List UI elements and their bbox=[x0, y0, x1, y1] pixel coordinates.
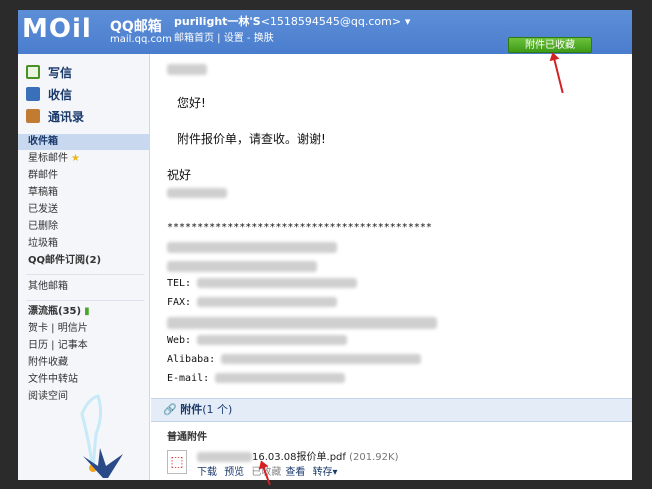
signature-separator: ****************************************… bbox=[167, 222, 432, 233]
drift-bottle-label: 漂流瓶(35) bbox=[28, 306, 82, 317]
qq-mail-logo[interactable]: MOil QQ邮箱 mail.qq.com bbox=[22, 14, 172, 50]
user-name: purilight一林'S bbox=[174, 15, 261, 28]
signature-fax: FAX: bbox=[167, 297, 338, 308]
logo-qq-text: QQ邮箱 bbox=[110, 19, 162, 35]
nav-skin-link[interactable]: 换肤 bbox=[254, 33, 274, 44]
paperclip-icon: 🔗 bbox=[163, 403, 177, 416]
sidebar-divider bbox=[26, 300, 144, 301]
attachment-title: 附件 bbox=[180, 403, 203, 416]
logo-text: MOil bbox=[22, 14, 92, 44]
sidebar-item-sent[interactable]: 已发送 bbox=[18, 202, 149, 218]
nav-settings-link[interactable]: 设置 bbox=[224, 33, 244, 44]
download-link[interactable]: 下载 bbox=[197, 467, 217, 478]
contacts-icon bbox=[26, 109, 40, 123]
receive-label: 收信 bbox=[48, 87, 73, 102]
sidebar-item-other-mailbox[interactable]: 其他邮箱 bbox=[18, 279, 149, 295]
sidebar-item-file-transfer[interactable]: 文件中转站 bbox=[18, 372, 149, 388]
attachment-section-title: 普通附件 bbox=[167, 432, 207, 443]
mail-window: MOil QQ邮箱 mail.qq.com purilight一林'S<1518… bbox=[18, 10, 632, 480]
sidebar-item-calendar: 日历 | 记事本 bbox=[28, 340, 88, 351]
splash-decoration-icon bbox=[83, 448, 123, 478]
sidebar-divider bbox=[26, 274, 144, 275]
signature-web: Web: bbox=[167, 335, 348, 346]
view-link[interactable]: 查看 bbox=[285, 467, 305, 478]
nav-home-link[interactable]: 邮箱首页 bbox=[174, 33, 214, 44]
sidebar: 写信 收信 通讯录 收件箱 星标邮件 ★ 群邮件 草稿箱 已发送 已删除 垃圾箱 … bbox=[18, 54, 150, 480]
chevron-down-icon: ▾ bbox=[401, 15, 411, 28]
sidebar-item-group[interactable]: 群邮件 bbox=[18, 168, 149, 184]
receive-mail-button[interactable]: 收信 bbox=[26, 84, 72, 104]
file-size: (201.92K) bbox=[349, 452, 399, 463]
pdf-file-icon[interactable]: ⬚ bbox=[167, 450, 187, 474]
sidebar-item-deleted[interactable]: 已删除 bbox=[18, 219, 149, 235]
calendar-link[interactable]: 日历 bbox=[28, 340, 48, 351]
attachment-count: (1 个) bbox=[202, 403, 233, 416]
contacts-label: 通讯录 bbox=[48, 109, 85, 124]
attachment-file-name[interactable]: 16.03.08报价单.pdf (201.92K) bbox=[197, 448, 398, 463]
signature-tel: TEL: bbox=[167, 278, 358, 289]
write-mail-button[interactable]: 写信 bbox=[26, 62, 72, 82]
contacts-button[interactable]: 通讯录 bbox=[26, 106, 84, 126]
email-greeting: 您好! bbox=[177, 96, 206, 110]
web-label: Web: bbox=[167, 335, 192, 346]
logo-domain: mail.qq.com bbox=[110, 34, 172, 45]
signature-full-address bbox=[167, 316, 437, 329]
alibaba-label: Alibaba: bbox=[167, 354, 216, 365]
notebook-link[interactable]: 记事本 bbox=[58, 340, 88, 351]
star-icon: ★ bbox=[71, 153, 80, 164]
pencil-icon bbox=[26, 65, 40, 79]
baidu-jingyan-watermark: Bai 经验 jingyan.baidu.com bbox=[500, 418, 630, 478]
mail-content: 您好! 附件报价单，请查收。谢谢! 祝好 *******************… bbox=[151, 54, 632, 480]
email-closing: 祝好 bbox=[167, 168, 192, 182]
sidebar-item-inbox[interactable]: 收件箱 bbox=[18, 134, 149, 150]
sidebar-item-attach-fav[interactable]: 附件收藏 bbox=[18, 355, 149, 371]
sidebar-item-drafts[interactable]: 草稿箱 bbox=[18, 185, 149, 201]
user-account[interactable]: purilight一林'S<1518594545@qq.com> ▾ bbox=[174, 13, 410, 29]
user-email: <1518594545@qq.com> bbox=[260, 15, 402, 28]
watermark-url: jingyan.baidu.com bbox=[526, 454, 619, 465]
signature-name bbox=[167, 186, 227, 199]
watermark-brand: Bai bbox=[500, 422, 547, 452]
sidebar-item-drift-bottle[interactable]: 漂流瓶(35) ▮ bbox=[18, 304, 149, 320]
save-to-link[interactable]: 转存▾ bbox=[313, 467, 338, 478]
email-body: 附件报价单，请查收。谢谢! bbox=[177, 132, 326, 146]
signature-company bbox=[167, 240, 337, 253]
signature-alibaba: Alibaba: bbox=[167, 354, 422, 365]
sidebar-item-cards: 贺卡 | 明信片 bbox=[28, 323, 88, 334]
starred-label: 星标邮件 bbox=[28, 153, 68, 164]
tel-label: TEL: bbox=[167, 278, 192, 289]
sidebar-item-spam[interactable]: 垃圾箱 bbox=[18, 236, 149, 252]
preview-link[interactable]: 预览 bbox=[224, 467, 244, 478]
card-link[interactable]: 贺卡 bbox=[28, 323, 48, 334]
fax-label: FAX: bbox=[167, 297, 192, 308]
signature-address bbox=[167, 259, 317, 272]
watermark-brand-cn: 经验 bbox=[552, 428, 588, 449]
attachment-favorited-button[interactable]: 附件已收藏 bbox=[508, 37, 592, 53]
postcard-link[interactable]: 明信片 bbox=[58, 323, 88, 334]
signature-email: E-mail: bbox=[167, 373, 346, 384]
write-label: 写信 bbox=[48, 65, 73, 80]
bottle-icon: ▮ bbox=[84, 306, 90, 317]
header-nav: 邮箱首页 | 设置 - 换肤 bbox=[174, 33, 274, 44]
sidebar-item-subscription[interactable]: QQ邮件订阅(2) bbox=[18, 253, 149, 269]
header-bar: MOil QQ邮箱 mail.qq.com purilight一林'S<1518… bbox=[18, 10, 632, 54]
sidebar-item-starred[interactable]: 星标邮件 ★ bbox=[18, 151, 149, 167]
attachment-actions: 下载 预览 已收藏查看 转存▾ bbox=[197, 463, 342, 478]
inbox-icon bbox=[26, 87, 40, 101]
email-label: E-mail: bbox=[167, 373, 210, 384]
recipient-name bbox=[167, 62, 207, 75]
